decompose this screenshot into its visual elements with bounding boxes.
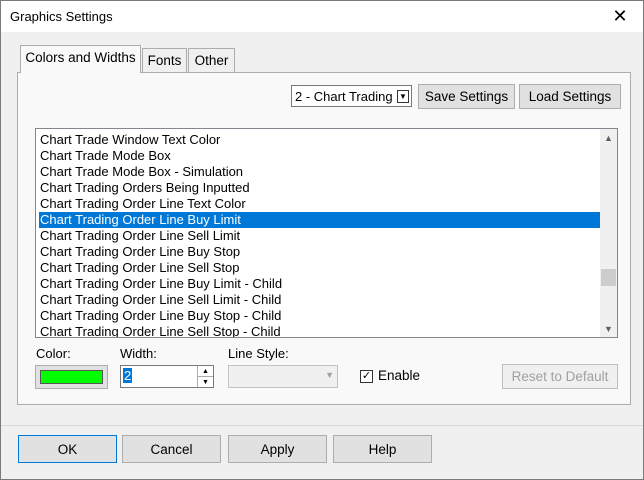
list-item[interactable]: Chart Trading Order Line Sell Limit - Ch… bbox=[39, 292, 600, 308]
list-item-label: Chart Trading Order Line Buy Stop bbox=[40, 244, 241, 259]
list-item-label: Chart Trading Order Line Sell Stop - Chi… bbox=[40, 324, 281, 338]
tab-colors-and-widths[interactable]: Colors and Widths bbox=[20, 45, 141, 73]
title-bar: Graphics Settings ✕ bbox=[1, 1, 643, 32]
list-item[interactable]: Chart Trading Order Line Buy Stop - Chil… bbox=[39, 308, 600, 324]
enable-checkbox[interactable]: ✓ bbox=[360, 370, 373, 383]
chevron-down-icon[interactable]: ▼ bbox=[397, 90, 409, 103]
preset-select[interactable]: 2 - Chart Trading ▼ bbox=[291, 85, 412, 107]
scroll-down-icon[interactable]: ▼ bbox=[600, 320, 617, 337]
list-item[interactable]: Chart Trading Order Line Sell Stop bbox=[39, 260, 600, 276]
save-settings-button[interactable]: Save Settings bbox=[418, 84, 515, 109]
line-style-label: Line Style: bbox=[228, 346, 289, 361]
chevron-down-icon: ▼ bbox=[325, 370, 334, 380]
list-item[interactable]: Chart Trading Orders Being Inputted bbox=[39, 180, 600, 196]
footer-divider bbox=[1, 425, 643, 426]
list-item[interactable]: Chart Trade Mode Box - Simulation bbox=[39, 164, 600, 180]
cancel-button[interactable]: Cancel bbox=[122, 435, 221, 463]
list-item-label: Chart Trade Window Text Color bbox=[40, 132, 221, 147]
enable-label[interactable]: Enable bbox=[378, 368, 420, 383]
graphics-settings-window: Graphics Settings ✕ Colors and Widths Fo… bbox=[0, 0, 644, 480]
list-item-label: Chart Trading Orders Being Inputted bbox=[40, 180, 250, 195]
list-item-label: Chart Trading Order Line Sell Limit - Ch… bbox=[40, 292, 282, 307]
list-item-label: Chart Trading Order Line Buy Stop - Chil… bbox=[40, 308, 282, 323]
reset-to-default-button: Reset to Default bbox=[502, 364, 618, 389]
apply-button[interactable]: Apply bbox=[228, 435, 327, 463]
spin-up-icon[interactable]: ▲ bbox=[197, 366, 213, 377]
width-value[interactable]: 2 bbox=[123, 368, 133, 383]
list-item-label: Chart Trading Order Line Text Color bbox=[40, 196, 246, 211]
list-item[interactable]: Chart Trading Order Line Text Color bbox=[39, 196, 600, 212]
help-button[interactable]: Help bbox=[333, 435, 432, 463]
list-scrollbar[interactable]: ▲ ▼ bbox=[600, 129, 617, 337]
tab-other[interactable]: Other bbox=[188, 48, 235, 72]
list-item[interactable]: Chart Trading Order Line Buy Stop bbox=[39, 244, 600, 260]
scroll-up-icon[interactable]: ▲ bbox=[600, 129, 617, 146]
scroll-thumb[interactable] bbox=[601, 269, 616, 286]
tab-fonts[interactable]: Fonts bbox=[142, 48, 187, 72]
graphics-items-list[interactable]: Chart Trade Window Text Color Chart Trade… bbox=[35, 128, 618, 338]
spin-down-icon[interactable]: ▼ bbox=[197, 377, 213, 387]
line-style-select: ▼ bbox=[228, 365, 338, 388]
width-spinner[interactable]: 2 ▲ ▼ bbox=[120, 365, 214, 388]
list-item[interactable]: Chart Trading Order Line Buy Limit - Chi… bbox=[39, 276, 600, 292]
preset-value: 2 - Chart Trading bbox=[295, 89, 393, 104]
window-title: Graphics Settings bbox=[10, 9, 113, 24]
load-settings-button[interactable]: Load Settings bbox=[519, 84, 621, 109]
color-label: Color: bbox=[36, 346, 71, 361]
ok-button[interactable]: OK bbox=[18, 435, 117, 463]
list-item[interactable]: Chart Trade Mode Box bbox=[39, 148, 600, 164]
list-item-label: Chart Trading Order Line Buy Limit - Chi… bbox=[40, 276, 283, 291]
list-item[interactable]: Chart Trading Order Line Sell Limit bbox=[39, 228, 600, 244]
list-item-label: Chart Trading Order Line Sell Limit bbox=[40, 228, 241, 243]
list-item-label: Chart Trade Mode Box bbox=[40, 148, 171, 163]
list-item-label: Chart Trading Order Line Sell Stop bbox=[40, 260, 240, 275]
list-item-label: Chart Trade Mode Box - Simulation bbox=[40, 164, 244, 179]
list-item[interactable]: Chart Trading Order Line Buy Limit bbox=[39, 212, 600, 228]
color-swatch bbox=[40, 370, 103, 384]
list-item-label: Chart Trading Order Line Buy Limit bbox=[40, 212, 241, 227]
close-icon[interactable]: ✕ bbox=[597, 1, 643, 32]
color-button[interactable] bbox=[35, 365, 108, 389]
width-label: Width: bbox=[120, 346, 157, 361]
list-item[interactable]: Chart Trading Order Line Sell Stop - Chi… bbox=[39, 324, 600, 338]
list-item[interactable]: Chart Trade Window Text Color bbox=[39, 132, 600, 148]
